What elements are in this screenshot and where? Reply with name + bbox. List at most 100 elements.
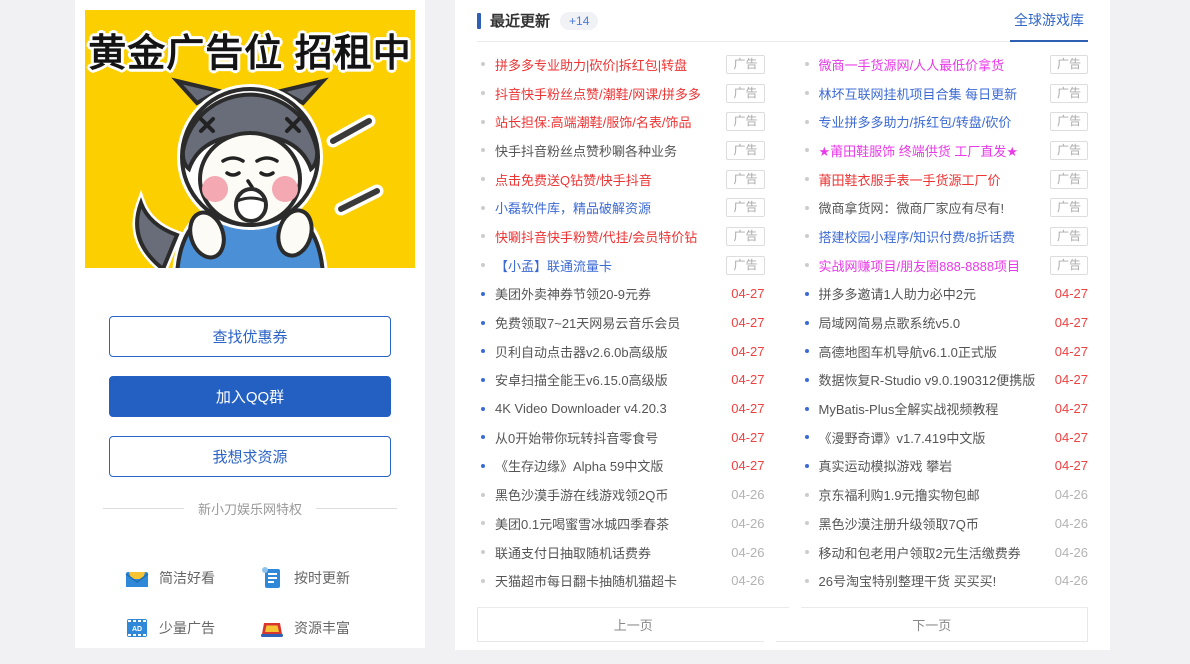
bullet-dot [805,292,809,296]
bullet-dot [805,349,809,353]
item-link[interactable]: 站长担保:高端潮鞋/服饰/名表/饰品 [495,112,718,131]
list-item: ★莆田鞋服饰 终端供货 工厂直发★广告 [801,136,1089,165]
item-link[interactable]: 莆田鞋衣服手表一手货源工厂价 [819,170,1042,189]
list-item: 4K Video Downloader v4.20.3 04-27 [477,394,765,423]
item-link[interactable]: 美团0.1元喝蜜雪冰城四季春茶 [495,514,723,533]
bullet-dot [481,148,485,152]
list-item: 贝利自动点击器v2.6.0b高级版 04-27 [477,337,765,366]
item-link[interactable]: 微商拿货网：微商厂家应有尽有! [819,198,1042,217]
item-link[interactable]: 快手抖音粉丝点赞秒唰各种业务 [495,141,718,160]
item-date: 04-27 [1055,286,1088,301]
item-link[interactable]: 拼多多专业助力|砍价|拆红包|转盘 [495,55,718,74]
item-link[interactable]: ★莆田鞋服饰 终端供货 工厂直发★ [819,141,1042,160]
item-link[interactable]: 京东福利购1.9元撸实物包邮 [819,485,1047,504]
item-link[interactable]: 移动和包老用户领取2元生活缴费券 [819,543,1047,562]
bullet-dot [805,120,809,124]
item-link[interactable]: 黑色沙漠注册升级领取7Q币 [819,514,1047,533]
item-link[interactable]: 4K Video Downloader v4.20.3 [495,401,723,416]
item-link[interactable]: 实战网赚项目/朋友圈888-8888项目 [819,256,1042,275]
item-date: 04-27 [731,286,764,301]
bullet-dot [481,234,485,238]
accent-bar [477,13,481,29]
bullet-dot [805,177,809,181]
bullet-dot [481,206,485,210]
update-list-left: 拼多多专业助力|砍价|拆红包|转盘广告抖音快手粉丝点赞/潮鞋/网课/拼多多广告站… [477,50,765,595]
bullet-dot [481,321,485,325]
item-link[interactable]: 黑色沙漠手游在线游戏领2Q币 [495,485,723,504]
join-qq-group-button[interactable]: 加入QQ群 [109,376,391,417]
list-item: 移动和包老用户领取2元生活缴费券04-26 [801,538,1089,567]
new-count-badge: +14 [560,12,598,30]
list-item: 局域网简易点歌系统v5.004-27 [801,308,1089,337]
briefcase-icon [260,616,284,640]
item-link[interactable]: 天猫超市每日翻卡抽随机猫超卡 [495,571,723,590]
prev-page-button[interactable]: 上一页 [477,607,790,642]
item-link[interactable]: 安卓扫描全能王v6.15.0高级版 [495,370,723,389]
item-date: 04-27 [731,315,764,330]
item-date: 04-27 [731,372,764,387]
list-item: 点击免费送Q钻赞/快手抖音广告 [477,165,765,194]
item-link[interactable]: 专业拼多多助力/拆红包/转盘/砍价 [819,112,1042,131]
item-link[interactable]: 林坏互联网挂机项目合集 每日更新 [819,84,1042,103]
mail-icon [125,566,149,590]
item-date: 04-27 [731,401,764,416]
ad-badge: 广告 [1050,170,1088,189]
item-link[interactable]: 点击免费送Q钻赞/快手抖音 [495,170,718,189]
list-item: 高德地图车机导航v6.1.0正式版04-27 [801,337,1089,366]
bullet-dot [481,91,485,95]
item-link[interactable]: 美团外卖神券节领20-9元券 [495,284,723,303]
request-resource-button[interactable]: 我想求资源 [109,436,391,477]
bullet-dot [481,521,485,525]
item-link[interactable]: 《生存边缘》Alpha 59中文版 [495,456,723,475]
item-link[interactable]: 小磊软件库，精品破解资源 [495,198,718,217]
bullet-dot [481,550,485,554]
item-link[interactable]: 联通支付日抽取随机话费券 [495,543,723,562]
item-link[interactable]: 快唰抖音快手粉赞/代挂/会员特价钻 [495,227,718,246]
list-item: 抖音快手粉丝点赞/潮鞋/网课/拼多多广告 [477,79,765,108]
ad-badge: 广告 [1050,256,1088,275]
item-link[interactable]: 局域网简易点歌系统v5.0 [819,313,1047,332]
list-item: 小磊软件库，精品破解资源广告 [477,193,765,222]
item-link[interactable]: 微商一手货源网/人人最低价拿货 [819,55,1042,74]
item-link[interactable]: MyBatis-Plus全解实战视频教程 [819,399,1047,418]
item-link[interactable]: 抖音快手粉丝点赞/潮鞋/网课/拼多多 [495,84,718,103]
ad-banner[interactable]: 黄金广告位 招租中 [85,10,415,268]
list-item: 真实运动模拟游戏 攀岩04-27 [801,452,1089,481]
item-link[interactable]: 搭建校园小程序/知识付费/8折话费 [819,227,1042,246]
list-item: MyBatis-Plus全解实战视频教程04-27 [801,394,1089,423]
item-link[interactable]: 高德地图车机导航v6.1.0正式版 [819,342,1047,361]
ad-banner-title: 黄金广告位 招租中 [85,10,415,77]
list-item: 拼多多专业助力|砍价|拆红包|转盘广告 [477,50,765,79]
bullet-dot [805,464,809,468]
item-link[interactable]: 免费领取7~21天网易云音乐会员 [495,313,723,332]
list-item: 《漫野奇谭》v1.7.419中文版04-27 [801,423,1089,452]
find-coupon-button[interactable]: 查找优惠券 [109,316,391,357]
item-link[interactable]: 从0开始带你玩转抖音零食号 [495,428,723,447]
list-item: 联通支付日抽取随机话费券04-26 [477,538,765,567]
item-link[interactable]: 真实运动模拟游戏 攀岩 [819,456,1047,475]
feature-label: 简洁好看 [159,568,215,588]
list-item: 微商一手货源网/人人最低价拿货广告 [801,50,1089,79]
recent-updates-panel: 最近更新 +14 全球游戏库 拼多多专业助力|砍价|拆红包|转盘广告抖音快手粉丝… [455,0,1110,650]
item-link[interactable]: 贝利自动点击器v2.6.0b高级版 [495,342,723,361]
privileges-divider: 新小刀娱乐网特权 [103,499,397,518]
next-page-button[interactable]: 下一页 [776,607,1089,642]
item-link[interactable]: 《漫野奇谭》v1.7.419中文版 [819,428,1047,447]
bullet-dot [805,234,809,238]
list-item: 搭建校园小程序/知识付费/8折话费广告 [801,222,1089,251]
item-link[interactable]: 【小孟】联通流量卡 [495,256,718,275]
item-link[interactable]: 拼多多邀请1人助力必中2元 [819,284,1047,303]
ad-badge: 广告 [726,112,764,131]
item-link[interactable]: 数据恢复R-Studio v9.0.190312便携版 [819,370,1047,389]
bullet-dot [481,292,485,296]
list-item: 专业拼多多助力/拆红包/转盘/砍价广告 [801,107,1089,136]
item-date: 04-27 [731,344,764,359]
bullet-dot [805,321,809,325]
meme-character-illustration [85,77,415,268]
item-date: 04-27 [731,458,764,473]
bullet-dot [805,378,809,382]
global-game-library-link[interactable]: 全球游戏库 [1010,0,1088,42]
feature-label: 资源丰富 [294,618,350,638]
bullet-dot [481,435,485,439]
item-link[interactable]: 26号淘宝特别整理干货 买买买! [819,571,1047,590]
